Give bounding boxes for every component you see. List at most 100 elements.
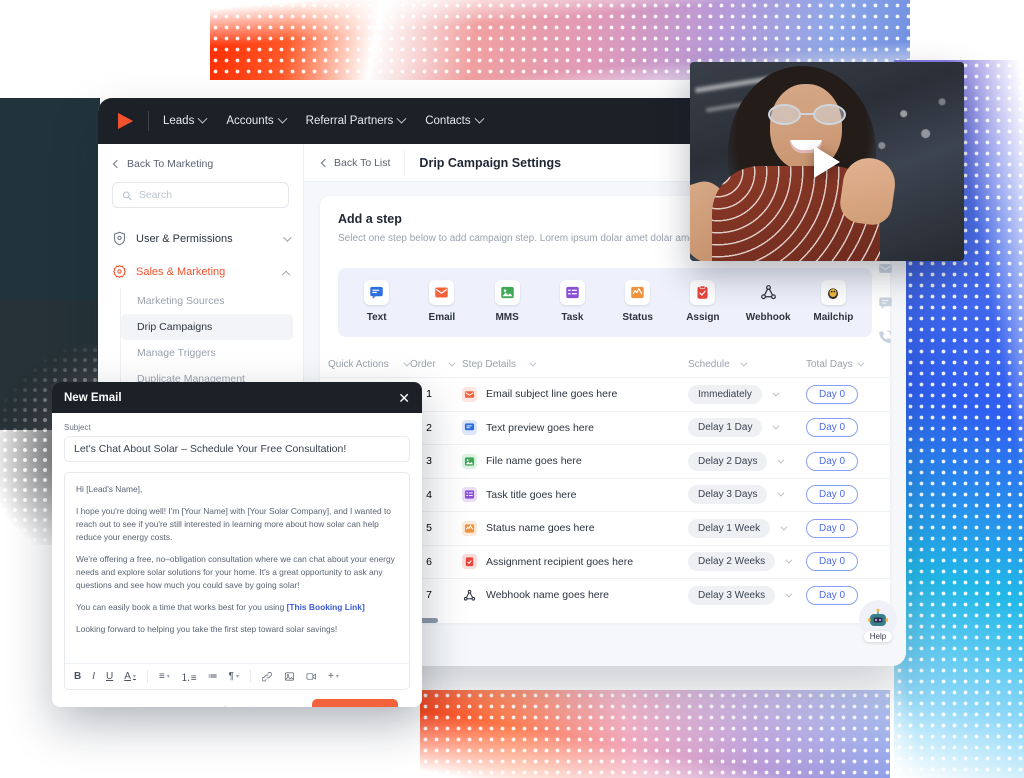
sidebar-group-sales-marketing[interactable]: Sales & Marketing — [98, 255, 303, 288]
total-days-cell: Day 0 — [806, 485, 890, 505]
step-type-task[interactable]: Task — [542, 280, 602, 323]
envelope-icon — [429, 280, 455, 305]
nav-item-referral-partners[interactable]: Referral Partners — [306, 113, 407, 127]
order-number: 1 — [426, 388, 432, 401]
schedule-cell[interactable]: Delay 2 Days — [688, 451, 806, 471]
chevron-down-icon[interactable] — [780, 523, 788, 531]
day-badge: Day 0 — [806, 451, 859, 471]
schedule-cell[interactable]: Delay 2 Weeks — [688, 552, 806, 572]
nav-item-leads[interactable]: Leads — [163, 113, 208, 127]
step-type-webhook[interactable]: Webhook — [738, 280, 798, 323]
chevron-down-icon[interactable] — [777, 456, 785, 464]
order-number: 6 — [426, 555, 432, 568]
step-type-mms[interactable]: MMS — [477, 280, 537, 323]
send-email-button[interactable]: Send Email — [312, 699, 398, 707]
sort-caret-icon[interactable] — [447, 359, 456, 367]
schedule-cell[interactable]: Delay 1 Day — [688, 418, 806, 438]
nav-label: Contacts — [425, 115, 471, 127]
modal-body: Subject Hi [Lead's Name], I hope you're … — [52, 413, 422, 707]
chevron-down-icon[interactable] — [772, 422, 780, 430]
clipboard-check-icon — [462, 554, 477, 570]
chevron-down-icon — [197, 113, 208, 124]
column-header-quick-actions: Quick Actions — [320, 359, 411, 370]
column-header-step-details: Step Details — [460, 359, 688, 370]
step-details-cell: Status name goes here — [460, 520, 688, 536]
step-type-text[interactable]: Text — [347, 280, 407, 323]
emoji-icon[interactable] — [244, 706, 257, 707]
sidebar-group-user-permissions[interactable]: User & Permissions — [98, 222, 303, 255]
sort-caret-icon[interactable] — [740, 359, 748, 367]
sidebar-group-label: Sales & Marketing — [136, 265, 226, 278]
video-thumbnail-overlay[interactable] — [690, 62, 964, 261]
envelope-icon[interactable] — [875, 258, 895, 278]
text-message-icon — [364, 280, 390, 305]
sort-caret-icon[interactable] — [402, 359, 411, 367]
phone-ring-icon[interactable] — [875, 326, 895, 346]
schedule-pill: Delay 1 Week — [688, 518, 771, 538]
step-type-label: MMS — [495, 312, 519, 323]
nav-item-accounts[interactable]: Accounts — [226, 113, 288, 127]
body-paragraph-closing: Looking forward to helping you take the … — [76, 624, 338, 635]
attach-link-icon[interactable] — [262, 671, 273, 682]
booking-link[interactable]: [This Booking Link] — [287, 602, 365, 612]
sidebar-item-marketing-sources[interactable]: Marketing Sources — [121, 288, 293, 314]
chevron-down-icon[interactable] — [785, 556, 793, 564]
close-x-icon[interactable]: ✕ — [398, 391, 410, 405]
subject-input[interactable] — [64, 436, 410, 462]
clipboard-check-icon — [690, 280, 716, 305]
step-type-email[interactable]: Email — [412, 280, 472, 323]
insert-video-icon[interactable] — [306, 671, 317, 682]
new-email-modal: New Email ✕ Subject Hi [Lead's Name], I … — [52, 382, 422, 707]
schedule-pill: Delay 2 Days — [688, 451, 768, 471]
bullet-list-icon[interactable]: ≔ — [208, 671, 218, 682]
booking-prefix: You can easily book a time that works be… — [76, 602, 287, 613]
italic-icon[interactable]: I — [92, 671, 95, 682]
chevron-down-icon — [396, 113, 407, 124]
underline-icon[interactable]: U — [106, 671, 113, 682]
sidebar-item-drip-campaigns[interactable]: Drip Campaigns — [121, 314, 293, 340]
more-insert-icon[interactable]: + ▾ — [328, 671, 339, 682]
nav-item-contacts[interactable]: Contacts — [425, 113, 485, 127]
play-triangle-icon[interactable] — [814, 145, 840, 178]
chat-bubble-icon[interactable] — [875, 292, 895, 312]
align-icon[interactable]: ≡ ▾ — [159, 671, 170, 682]
paperclip-icon[interactable] — [194, 706, 207, 707]
schedule-cell[interactable]: Delay 3 Days — [688, 485, 806, 505]
email-body-text[interactable]: Hi [Lead's Name], I hope you're doing we… — [65, 473, 409, 663]
sort-caret-icon[interactable] — [529, 359, 537, 367]
insert-image-icon[interactable] — [284, 671, 295, 682]
sidebar-search-input[interactable] — [138, 189, 279, 201]
body-paragraph: We're offering a free, no–obligation con… — [76, 554, 395, 591]
step-type-mailchip[interactable]: Mailchip — [803, 280, 863, 323]
back-to-list-link[interactable]: Back To List — [320, 157, 390, 169]
email-body-editor: Hi [Lead's Name], I hope you're doing we… — [64, 472, 410, 690]
paragraph-icon[interactable]: ¶ ▾ — [229, 671, 239, 682]
day-badge: Day 0 — [806, 518, 859, 538]
sidebar-item-manage-triggers[interactable]: Manage Triggers — [121, 340, 293, 366]
schedule-cell[interactable]: Delay 3 Weeks — [688, 585, 806, 605]
back-to-marketing-link[interactable]: Back To Marketing — [98, 158, 303, 182]
chevron-down-icon[interactable] — [772, 389, 780, 397]
order-number: 5 — [426, 522, 432, 535]
table-header-row: Quick Actions Order Step Details Schedul… — [320, 351, 890, 377]
step-type-assign[interactable]: Assign — [673, 280, 733, 323]
ordered-list-icon[interactable]: ⒈≡ — [181, 669, 197, 684]
chevron-down-icon[interactable] — [777, 489, 785, 497]
step-type-label: Assign — [686, 312, 720, 323]
schedule-cell[interactable]: Immediately — [688, 384, 806, 404]
schedule-cell[interactable]: Delay 1 Week — [688, 518, 806, 538]
schedule-pill: Delay 3 Weeks — [688, 585, 776, 605]
bold-icon[interactable]: B — [74, 671, 81, 682]
chevron-down-icon[interactable] — [785, 590, 793, 598]
step-details-cell: Email subject line goes here — [460, 386, 688, 402]
sort-caret-icon[interactable] — [857, 359, 865, 367]
text-color-icon[interactable]: A ▾ — [124, 671, 136, 682]
sidebar-search-box[interactable] — [112, 182, 289, 208]
microphone-icon[interactable] — [219, 706, 232, 707]
step-type-status[interactable]: Status — [608, 280, 668, 323]
step-details-cell: Webhook name goes here — [460, 588, 688, 603]
back-to-marketing-label: Back To Marketing — [127, 158, 214, 170]
play-arrow-logo-icon[interactable] — [114, 110, 136, 132]
image-media-icon — [462, 453, 477, 469]
help-assistant-button[interactable]: Help — [859, 600, 897, 642]
